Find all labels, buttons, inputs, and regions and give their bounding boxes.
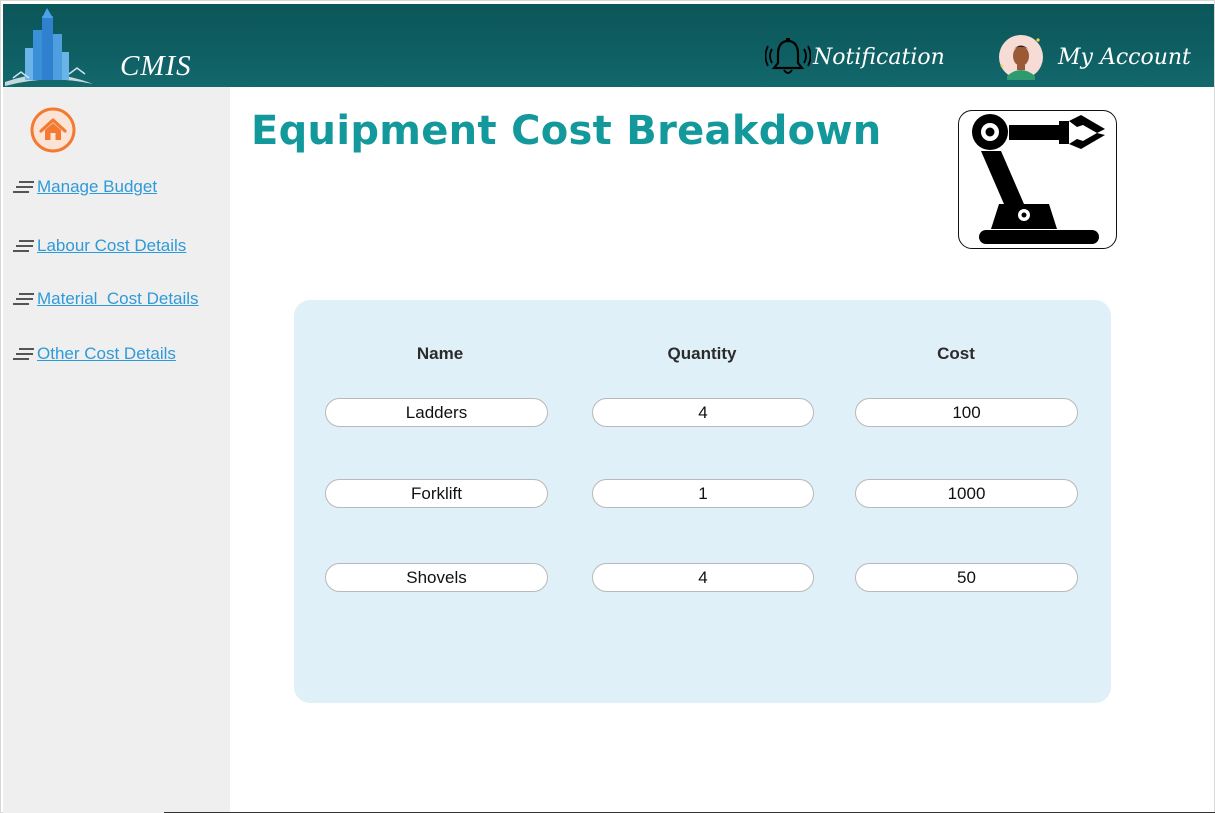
column-header-cost: Cost	[937, 344, 975, 363]
my-account-label: My Account	[1058, 44, 1191, 70]
sidebar-item-material-cost[interactable]: Material Cost Details	[13, 289, 199, 309]
name-field[interactable]: Shovels	[325, 563, 548, 592]
robot-arm-icon	[972, 114, 1105, 244]
sidebar-item-label[interactable]: Other Cost Details	[37, 344, 176, 364]
sidebar-item-label[interactable]: Material Cost Details	[37, 289, 199, 309]
notification-button[interactable]: Notification	[765, 37, 945, 77]
top-header: CMIS Notification My Account	[3, 4, 1214, 87]
cost-field[interactable]: 50	[855, 563, 1078, 592]
home-icon	[30, 107, 76, 153]
brand-name: CMIS	[120, 50, 192, 82]
name-field[interactable]: Ladders	[325, 398, 548, 427]
app-window: CMIS Notification My Account Manage Budg…	[0, 0, 1215, 813]
menu-icon	[13, 293, 34, 305]
user-avatar-icon	[999, 35, 1043, 80]
column-header-name: Name	[416, 344, 464, 363]
cost-field[interactable]: 1000	[855, 479, 1078, 508]
quantity-field[interactable]: 4	[592, 563, 814, 592]
robot-arm-card	[958, 110, 1117, 249]
menu-icon	[13, 181, 34, 193]
page-title: Equipment Cost Breakdown	[251, 108, 882, 154]
bell-icon	[765, 38, 811, 74]
sidebar-item-labour-cost[interactable]: Labour Cost Details	[13, 236, 186, 256]
my-account-button[interactable]: My Account	[998, 33, 1191, 81]
menu-icon	[13, 348, 34, 360]
sidebar-item-label[interactable]: Labour Cost Details	[37, 236, 186, 256]
sidebar: Manage Budget Labour Cost Details Materi…	[3, 87, 230, 813]
equipment-cost-table: Name Quantity Cost Ladders 4 100 Forklif…	[294, 300, 1111, 703]
name-field[interactable]: Forklift	[325, 479, 548, 508]
sidebar-item-label[interactable]: Manage Budget	[37, 177, 157, 197]
sidebar-item-other-cost[interactable]: Other Cost Details	[13, 344, 176, 364]
quantity-field[interactable]: 4	[592, 398, 814, 427]
column-header-quantity: Quantity	[667, 344, 737, 363]
quantity-field[interactable]: 1	[592, 479, 814, 508]
notification-label: Notification	[813, 44, 945, 70]
menu-icon	[13, 240, 34, 252]
cost-field[interactable]: 100	[855, 398, 1078, 427]
home-button[interactable]	[30, 107, 76, 153]
building-logo-icon	[3, 8, 98, 86]
sidebar-item-manage-budget[interactable]: Manage Budget	[13, 177, 157, 197]
